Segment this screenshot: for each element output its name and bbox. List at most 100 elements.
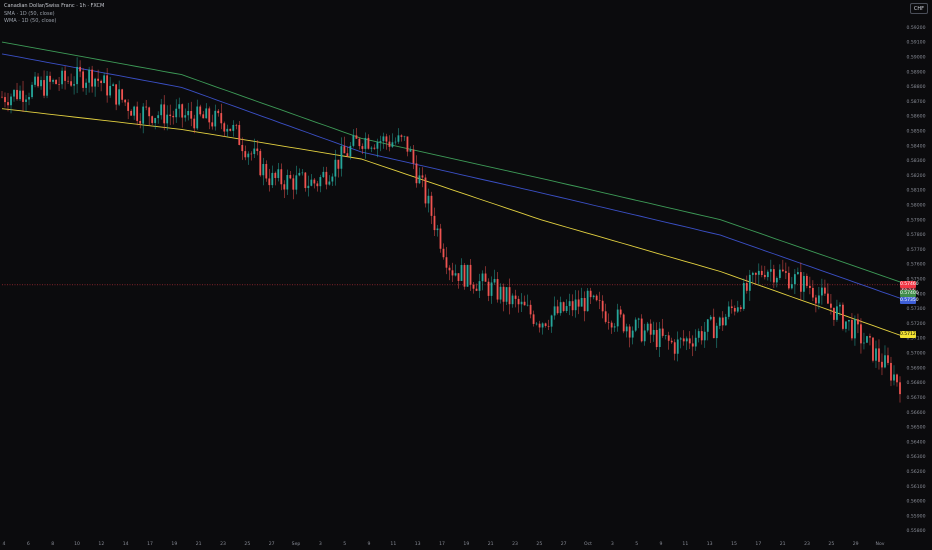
candle-body: [568, 301, 571, 307]
candle-body: [890, 362, 892, 381]
candle-body: [232, 124, 235, 131]
candle-body: [358, 138, 361, 147]
candle-body: [115, 84, 118, 105]
candle-body: [842, 304, 844, 329]
x-tick-label: Nov: [876, 541, 885, 547]
candle-body: [163, 104, 166, 124]
candle-body: [772, 269, 775, 283]
sma-legend[interactable]: SMA · 1D (50, close): [4, 11, 104, 19]
candle-body: [292, 178, 295, 190]
candle-body: [532, 314, 535, 324]
candle-body: [661, 328, 664, 336]
candle-body: [364, 137, 367, 149]
candle-body: [616, 309, 619, 327]
wma-line: [1, 108, 901, 336]
candle-body: [748, 274, 751, 291]
y-tick-label: 0.56900: [907, 365, 926, 371]
y-tick-label: 0.56600: [907, 410, 926, 416]
candle-body: [604, 311, 607, 322]
candle-body: [184, 115, 187, 118]
candle-body: [553, 306, 556, 316]
candle-body: [190, 111, 193, 119]
candle-body: [217, 110, 220, 114]
x-tick-label: 25: [536, 541, 542, 547]
candle-body: [827, 293, 829, 304]
candle-body: [541, 323, 544, 328]
candle-body: [145, 106, 148, 108]
candle-body: [727, 306, 730, 317]
candle-body: [833, 307, 835, 320]
price-chart[interactable]: 0.59200 0.59100 0.59000 0.58900 0.58800 0.587…: [0, 0, 932, 550]
candle-body: [76, 66, 78, 85]
candle-body: [634, 319, 637, 331]
candle-body: [49, 75, 51, 82]
chart-legend: Canadian Dollar/Swiss Franc · 1h · FXCM …: [4, 3, 104, 26]
y-tick-label: 0.57900: [907, 217, 926, 223]
y-tick-label: 0.56800: [907, 380, 926, 386]
symbol-title: Canadian Dollar/Swiss Franc · 1h · FXCM: [4, 3, 105, 9]
candle-body: [31, 84, 33, 98]
candle-body: [508, 287, 511, 305]
x-tick-label: 6: [27, 541, 30, 547]
candle-body: [685, 338, 688, 342]
sma-line: [1, 41, 901, 283]
candle-body: [265, 163, 268, 179]
x-tick-label: 12: [98, 541, 104, 547]
y-tick-label: 0.56500: [907, 425, 926, 431]
candle-body: [193, 118, 196, 129]
candle-body: [655, 329, 658, 348]
candle-body: [863, 342, 865, 344]
candle-body: [238, 125, 241, 145]
candle-body: [280, 169, 283, 185]
candle-body: [691, 343, 694, 347]
currency-button[interactable]: CHF: [910, 3, 928, 14]
candle-body: [283, 184, 286, 190]
candle-body: [271, 172, 274, 186]
candle-body: [860, 324, 862, 344]
candle-body: [875, 348, 877, 361]
candle-body: [589, 290, 592, 298]
candle-body: [286, 175, 289, 190]
candle-body: [346, 153, 349, 157]
candle-body: [394, 141, 397, 143]
candle-body: [241, 144, 244, 152]
candle-body: [884, 355, 886, 368]
x-tick-label: 21: [488, 541, 494, 547]
candle-body: [340, 146, 343, 169]
candle-body: [613, 326, 616, 328]
candle-body: [55, 79, 57, 85]
candle-body: [406, 136, 409, 152]
candle-body: [214, 110, 217, 127]
candle-body: [334, 159, 337, 177]
candle-body: [34, 76, 36, 85]
candle-body: [445, 257, 448, 268]
wma-legend[interactable]: WMA · 1D (50, close): [4, 18, 104, 26]
candle-body: [478, 281, 481, 291]
x-tick-label: 23: [220, 541, 226, 547]
candle-body: [136, 106, 139, 121]
x-tick-label: 9: [368, 541, 371, 547]
candle-body: [85, 82, 87, 88]
candle-body: [172, 115, 175, 118]
x-tick-label: Sep: [292, 541, 301, 547]
candle-body: [709, 316, 712, 320]
candle-body: [673, 342, 676, 354]
candle-body: [235, 124, 238, 126]
candle-body: [331, 176, 334, 182]
candle-body: [851, 319, 853, 339]
candle-body: [670, 340, 673, 343]
candle-body: [370, 147, 373, 149]
y-tick-label: 0.58800: [907, 84, 926, 90]
x-tick-label: 21: [780, 541, 786, 547]
candle-body: [355, 135, 358, 139]
candle-body: [523, 301, 526, 306]
candle-body: [869, 336, 871, 338]
candle-body: [58, 84, 60, 85]
candle-body: [754, 272, 757, 275]
y-tick-label: 0.57300: [907, 306, 926, 312]
candle-body: [815, 297, 817, 304]
candle-body: [502, 286, 505, 302]
candle-body: [442, 248, 445, 258]
y-tick-label: 0.56200: [907, 469, 926, 475]
price-tag: 0.57400: [900, 290, 919, 298]
